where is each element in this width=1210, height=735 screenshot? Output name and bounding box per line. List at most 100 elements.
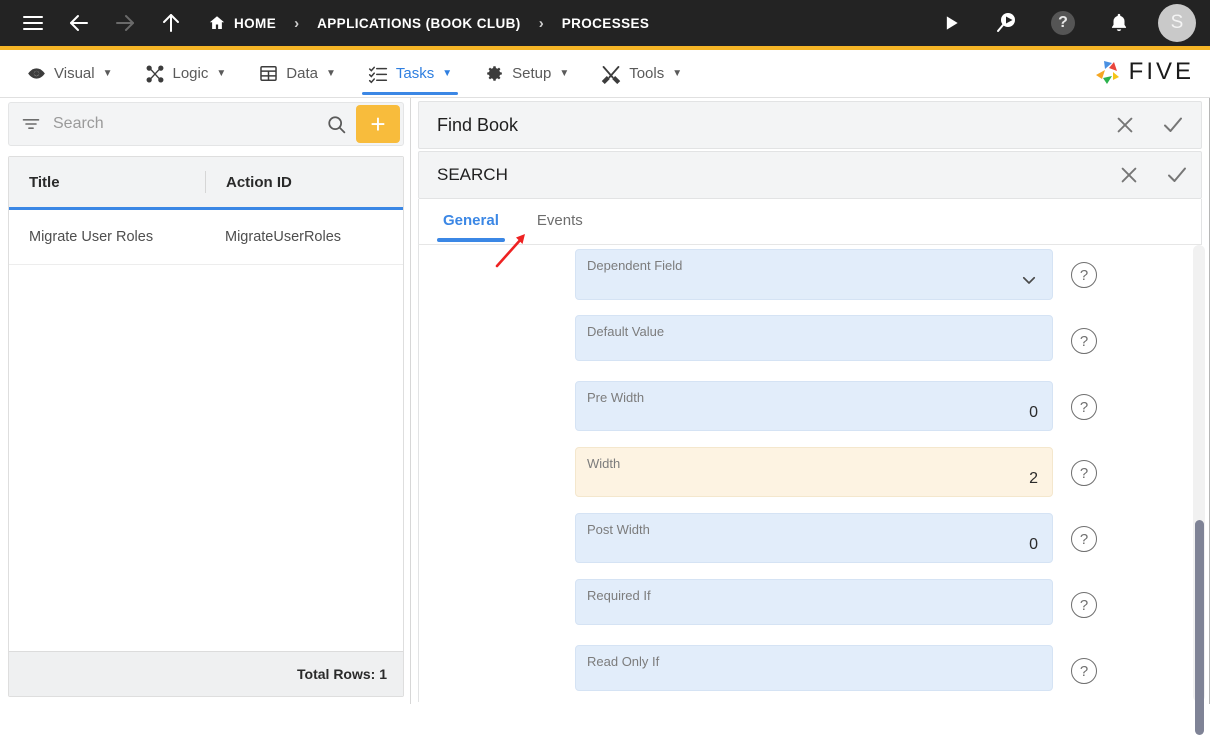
table-grid-icon	[258, 64, 278, 84]
form-row-required-if: Required If ?	[575, 579, 1115, 625]
vertical-scrollbar-thumb[interactable]	[1195, 520, 1204, 735]
vertical-scrollbar-track[interactable]	[1193, 245, 1205, 735]
logic-nodes-icon	[145, 64, 165, 84]
form-area: Dependent Field ? Default Value ? Pre Wi…	[418, 245, 1202, 702]
form-row-post-width: Post Width 0 ?	[575, 513, 1115, 563]
run-icon[interactable]	[928, 0, 974, 46]
read-only-if-input[interactable]: Read Only If	[575, 645, 1053, 691]
help-icon[interactable]: ?	[1071, 262, 1097, 288]
menu-bar: Visual ▼ Logic ▼ Data ▼ Tasks ▼ Setup ▼	[0, 50, 1210, 98]
search-input[interactable]	[53, 115, 316, 133]
help-icon[interactable]: ?	[1040, 0, 1086, 46]
inner-close-icon[interactable]	[1105, 151, 1153, 199]
left-sidebar: + Title Action ID Migrate User Roles Mig…	[0, 98, 411, 704]
section-title: SEARCH	[437, 165, 508, 184]
breadcrumb-label: HOME	[234, 15, 277, 31]
active-tab-underline	[361, 91, 459, 95]
menu-item-visual[interactable]: Visual ▼	[10, 50, 129, 98]
help-icon[interactable]: ?	[1071, 394, 1097, 420]
chevron-down-icon: ▼	[102, 68, 113, 79]
menu-item-tasks[interactable]: Tasks ▼	[352, 50, 468, 98]
grid-body: Migrate User Roles MigrateUserRoles	[9, 210, 403, 651]
five-logo-mark-icon	[1093, 58, 1123, 86]
form-row-pre-width: Pre Width 0 ?	[575, 381, 1115, 431]
cell-title: Migrate User Roles	[29, 229, 154, 245]
field-value: 0	[1029, 536, 1038, 553]
tab-label: Events	[536, 212, 583, 229]
required-if-input[interactable]: Required If	[575, 579, 1053, 625]
help-icon[interactable]: ?	[1071, 328, 1097, 354]
menu-item-tools[interactable]: Tools ▼	[585, 50, 698, 98]
outer-panel-header: Find Book	[418, 101, 1202, 149]
help-icon[interactable]: ?	[1071, 592, 1097, 618]
debug-search-icon[interactable]	[984, 0, 1030, 46]
field-label: Width	[587, 456, 621, 471]
filter-icon[interactable]	[9, 114, 53, 134]
outer-close-icon[interactable]	[1101, 101, 1149, 149]
arrow-left-icon[interactable]	[56, 0, 102, 46]
main-panel: Find Book SEARCH General Events Dependen…	[412, 98, 1210, 735]
avatar[interactable]: S	[1158, 4, 1196, 42]
hamburger-menu-icon[interactable]	[10, 0, 56, 46]
grid-header-row: Title Action ID	[9, 157, 403, 210]
field-label: Post Width	[587, 522, 650, 537]
menu-label: Tasks	[395, 65, 435, 82]
inner-check-icon[interactable]	[1153, 151, 1201, 199]
width-input[interactable]: Width 2	[575, 447, 1053, 497]
menu-item-logic[interactable]: Logic ▼	[129, 50, 243, 98]
breadcrumb-label: PROCESSES	[561, 15, 650, 31]
menu-label: Tools	[629, 65, 665, 82]
breadcrumb-separator: ›	[294, 14, 300, 32]
home-icon	[208, 14, 226, 32]
field-label: Default Value	[587, 324, 665, 339]
pre-width-input[interactable]: Pre Width 0	[575, 381, 1053, 431]
outer-check-icon[interactable]	[1149, 101, 1197, 149]
field-label: Pre Width	[587, 390, 645, 405]
tab-events[interactable]: Events	[523, 199, 597, 242]
notifications-bell-icon[interactable]	[1096, 0, 1142, 46]
arrow-right-icon[interactable]	[102, 0, 148, 46]
post-width-input[interactable]: Post Width 0	[575, 513, 1053, 563]
default-value-input[interactable]: Default Value	[575, 315, 1053, 361]
tools-icon	[601, 64, 621, 84]
menu-item-data[interactable]: Data ▼	[242, 50, 352, 98]
form-row-width: Width 2 ?	[575, 447, 1115, 497]
breadcrumb-item-home[interactable]: HOME	[206, 14, 278, 32]
menu-label: Data	[286, 65, 318, 82]
tab-label: General	[443, 212, 499, 229]
search-bar: +	[8, 102, 404, 146]
tab-general[interactable]: General	[429, 199, 513, 242]
help-icon[interactable]: ?	[1071, 460, 1097, 486]
menu-item-setup[interactable]: Setup ▼	[468, 50, 585, 98]
dependent-field-select[interactable]: Dependent Field	[575, 249, 1053, 300]
checklist-icon	[368, 64, 388, 84]
grid-footer: Total Rows: 1	[9, 651, 403, 696]
column-header-title[interactable]: Title	[9, 174, 205, 191]
help-icon[interactable]: ?	[1071, 658, 1097, 684]
five-logo-text: FIVE	[1128, 58, 1194, 85]
add-button[interactable]: +	[356, 105, 400, 143]
chevron-down-icon: ▼	[325, 68, 336, 79]
column-header-action-id[interactable]: Action ID	[205, 171, 401, 193]
records-grid: Title Action ID Migrate User Roles Migra…	[8, 156, 404, 697]
chevron-down-icon: ▼	[442, 68, 453, 79]
search-icon[interactable]	[316, 114, 356, 135]
form-row-dependent-field: Dependent Field ?	[575, 249, 1115, 300]
menu-label: Visual	[54, 65, 95, 82]
breadcrumb-item-processes[interactable]: PROCESSES	[560, 16, 652, 31]
eye-icon	[26, 64, 46, 84]
breadcrumb: HOME › APPLICATIONS (BOOK CLUB) › PROCES…	[206, 14, 651, 32]
menu-label: Logic	[172, 65, 209, 82]
five-logo: FIVE	[1093, 58, 1194, 86]
help-icon[interactable]: ?	[1071, 526, 1097, 552]
field-label: Read Only If	[587, 654, 660, 669]
arrow-up-icon[interactable]	[148, 0, 194, 46]
table-row[interactable]: Migrate User Roles MigrateUserRoles	[9, 210, 403, 265]
field-value: 2	[1029, 470, 1038, 487]
chevron-down-icon: ▼	[216, 68, 227, 79]
chevron-down-icon[interactable]	[1020, 271, 1038, 294]
breadcrumb-item-applications[interactable]: APPLICATIONS (BOOK CLUB)	[315, 16, 523, 31]
chevron-down-icon: ▼	[672, 68, 683, 79]
top-bar-actions: ? S	[928, 0, 1200, 46]
help-icon-glyph: ?	[1051, 11, 1075, 35]
